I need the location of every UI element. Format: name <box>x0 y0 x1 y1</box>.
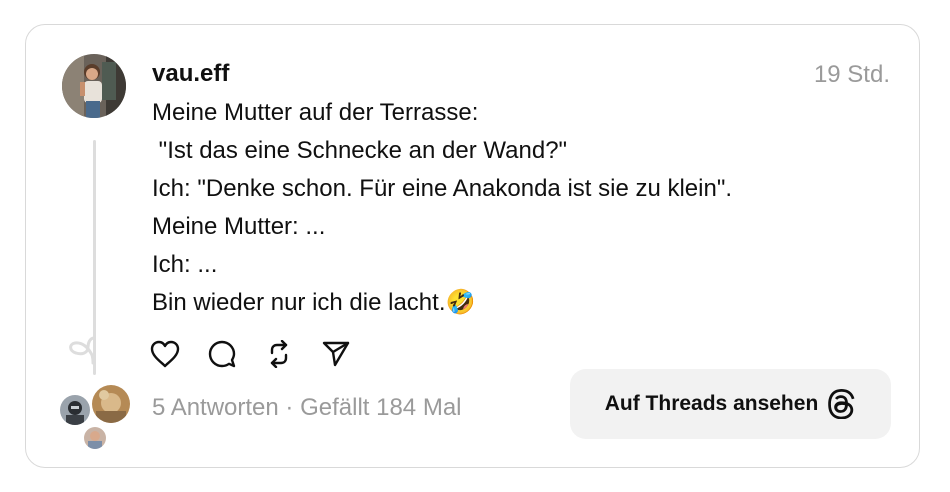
share-icon <box>322 341 350 367</box>
view-on-threads-button[interactable]: Auf Threads ansehen <box>570 369 891 439</box>
comment-button[interactable] <box>207 339 237 369</box>
replier-avatar <box>82 425 108 451</box>
replier-avatar-photo <box>84 427 106 449</box>
username[interactable]: vau.eff <box>152 60 229 88</box>
timestamp: 19 Std. <box>813 61 890 88</box>
comment-icon <box>208 340 236 368</box>
replier-avatar <box>90 383 132 425</box>
heart-icon <box>150 340 180 368</box>
post-stats[interactable]: 5 Antworten · Gefällt 184 Mal <box>152 394 462 422</box>
share-button[interactable] <box>321 339 351 369</box>
threads-logo-icon <box>828 389 855 419</box>
replier-avatar-photo <box>60 395 90 425</box>
like-button[interactable] <box>150 339 180 369</box>
thread-loop-icon <box>69 336 96 365</box>
repost-button[interactable] <box>264 339 294 369</box>
replier-avatars <box>58 383 138 453</box>
avatar[interactable] <box>62 54 126 118</box>
avatar-photo <box>62 54 126 118</box>
replier-avatar <box>58 393 92 427</box>
repost-icon <box>270 340 288 368</box>
view-on-threads-label: Auf Threads ansehen <box>604 392 819 415</box>
replier-avatar-photo <box>92 385 130 423</box>
action-bar <box>150 339 378 369</box>
post-text: Meine Mutter auf der Terrasse: "Ist das … <box>152 99 733 316</box>
